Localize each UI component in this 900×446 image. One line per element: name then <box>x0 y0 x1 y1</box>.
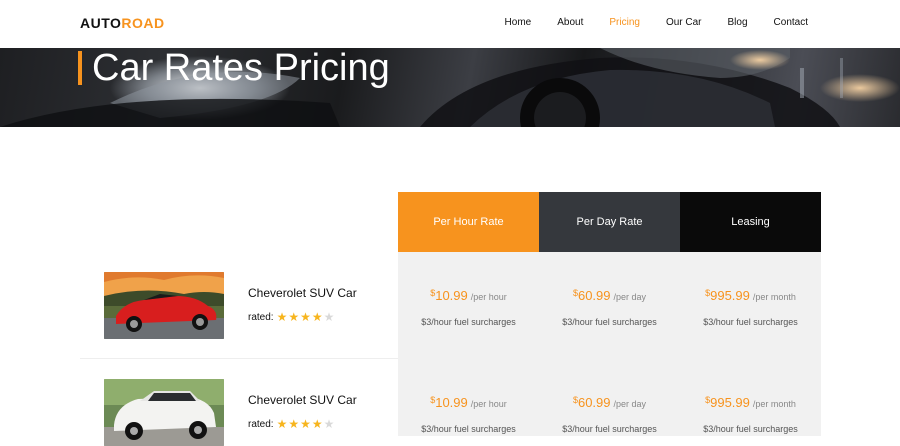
price-period: /per day <box>613 292 647 302</box>
surcharge-leasing-2: $3/hour fuel surcharges <box>703 424 798 434</box>
car-rating-1: rated: ★★★★★ <box>248 310 335 324</box>
star-rating: ★★★★★ <box>277 310 336 324</box>
currency-symbol: $ <box>572 288 578 298</box>
nav-contact-link[interactable]: Contact <box>774 17 808 28</box>
price-period: /per day <box>613 399 647 409</box>
column-header-per-day: Per Day Rate <box>539 192 680 252</box>
nav-home-link[interactable]: Home <box>505 17 532 28</box>
price-hour-1: $10.99/per hour <box>398 287 539 305</box>
star-icon: ★ <box>300 417 312 431</box>
nav-our-car-link[interactable]: Our Car <box>666 17 702 28</box>
hero-title-wrap: Car Rates Pricing <box>78 48 390 89</box>
nav-blog-link[interactable]: Blog <box>728 17 748 28</box>
car-name-2: Cheverolet SUV Car <box>248 393 357 407</box>
price-hour-2: $10.99/per hour <box>398 394 539 412</box>
price-period: /per hour <box>470 399 507 409</box>
star-rating: ★★★★★ <box>277 417 336 431</box>
currency-symbol: $ <box>430 395 436 405</box>
star-icon: ★ <box>300 310 312 324</box>
star-empty-icon: ★ <box>323 310 336 324</box>
surcharge-hour-2: $3/hour fuel surcharges <box>421 424 516 434</box>
star-icon: ★ <box>288 310 301 324</box>
star-icon: ★ <box>311 310 324 324</box>
star-icon: ★ <box>276 417 289 431</box>
star-icon: ★ <box>276 310 289 324</box>
logo-part-1: AUTO <box>80 15 122 31</box>
rated-label: rated: <box>248 311 274 323</box>
price-amount: 10.99 <box>435 395 468 410</box>
currency-symbol: $ <box>705 395 711 405</box>
price-leasing-1: $995.99/per month <box>680 287 821 305</box>
price-period: /per month <box>752 292 796 302</box>
logo-part-2: ROAD <box>121 15 165 31</box>
price-period: /per hour <box>470 292 507 302</box>
surcharge-day-1: $3/hour fuel surcharges <box>562 317 657 327</box>
price-amount: 60.99 <box>577 395 611 410</box>
price-amount: 60.99 <box>577 288 611 303</box>
star-icon: ★ <box>288 417 301 431</box>
nav-pricing-link[interactable]: Pricing <box>609 17 640 28</box>
column-header-leasing: Leasing <box>680 192 821 252</box>
price-amount: 10.99 <box>435 288 468 303</box>
currency-symbol: $ <box>572 395 578 405</box>
main-menu: Home About Pricing Our Car Blog Contact <box>479 17 808 28</box>
hero-accent-bar <box>78 51 82 85</box>
currency-symbol: $ <box>430 288 436 298</box>
price-leasing-2: $995.99/per month <box>680 394 821 412</box>
page-title: Car Rates Pricing <box>92 48 390 89</box>
price-amount: 995.99 <box>710 395 750 410</box>
hero-banner: Car Rates Pricing <box>0 48 900 127</box>
surcharge-leasing-1: $3/hour fuel surcharges <box>703 317 798 327</box>
top-navbar: AUTOROAD Home About Pricing Our Car Blog… <box>0 0 900 48</box>
price-day-2: $60.99/per day <box>539 394 680 412</box>
car-image-red-convertible[interactable] <box>104 272 224 339</box>
price-day-1: $60.99/per day <box>539 287 680 305</box>
surcharge-day-2: $3/hour fuel surcharges <box>562 424 657 434</box>
price-amount: 995.99 <box>710 288 750 303</box>
row-divider <box>80 358 398 359</box>
currency-symbol: $ <box>705 288 711 298</box>
star-icon: ★ <box>311 417 324 431</box>
nav-about-link[interactable]: About <box>557 17 583 28</box>
car-name-1: Cheverolet SUV Car <box>248 286 357 300</box>
column-header-per-hour: Per Hour Rate <box>398 192 539 252</box>
surcharge-hour-1: $3/hour fuel surcharges <box>421 317 516 327</box>
rated-label: rated: <box>248 418 274 430</box>
site-logo[interactable]: AUTOROAD <box>80 15 165 31</box>
star-empty-icon: ★ <box>323 417 336 431</box>
price-period: /per month <box>752 399 796 409</box>
car-rating-2: rated: ★★★★★ <box>248 417 335 431</box>
